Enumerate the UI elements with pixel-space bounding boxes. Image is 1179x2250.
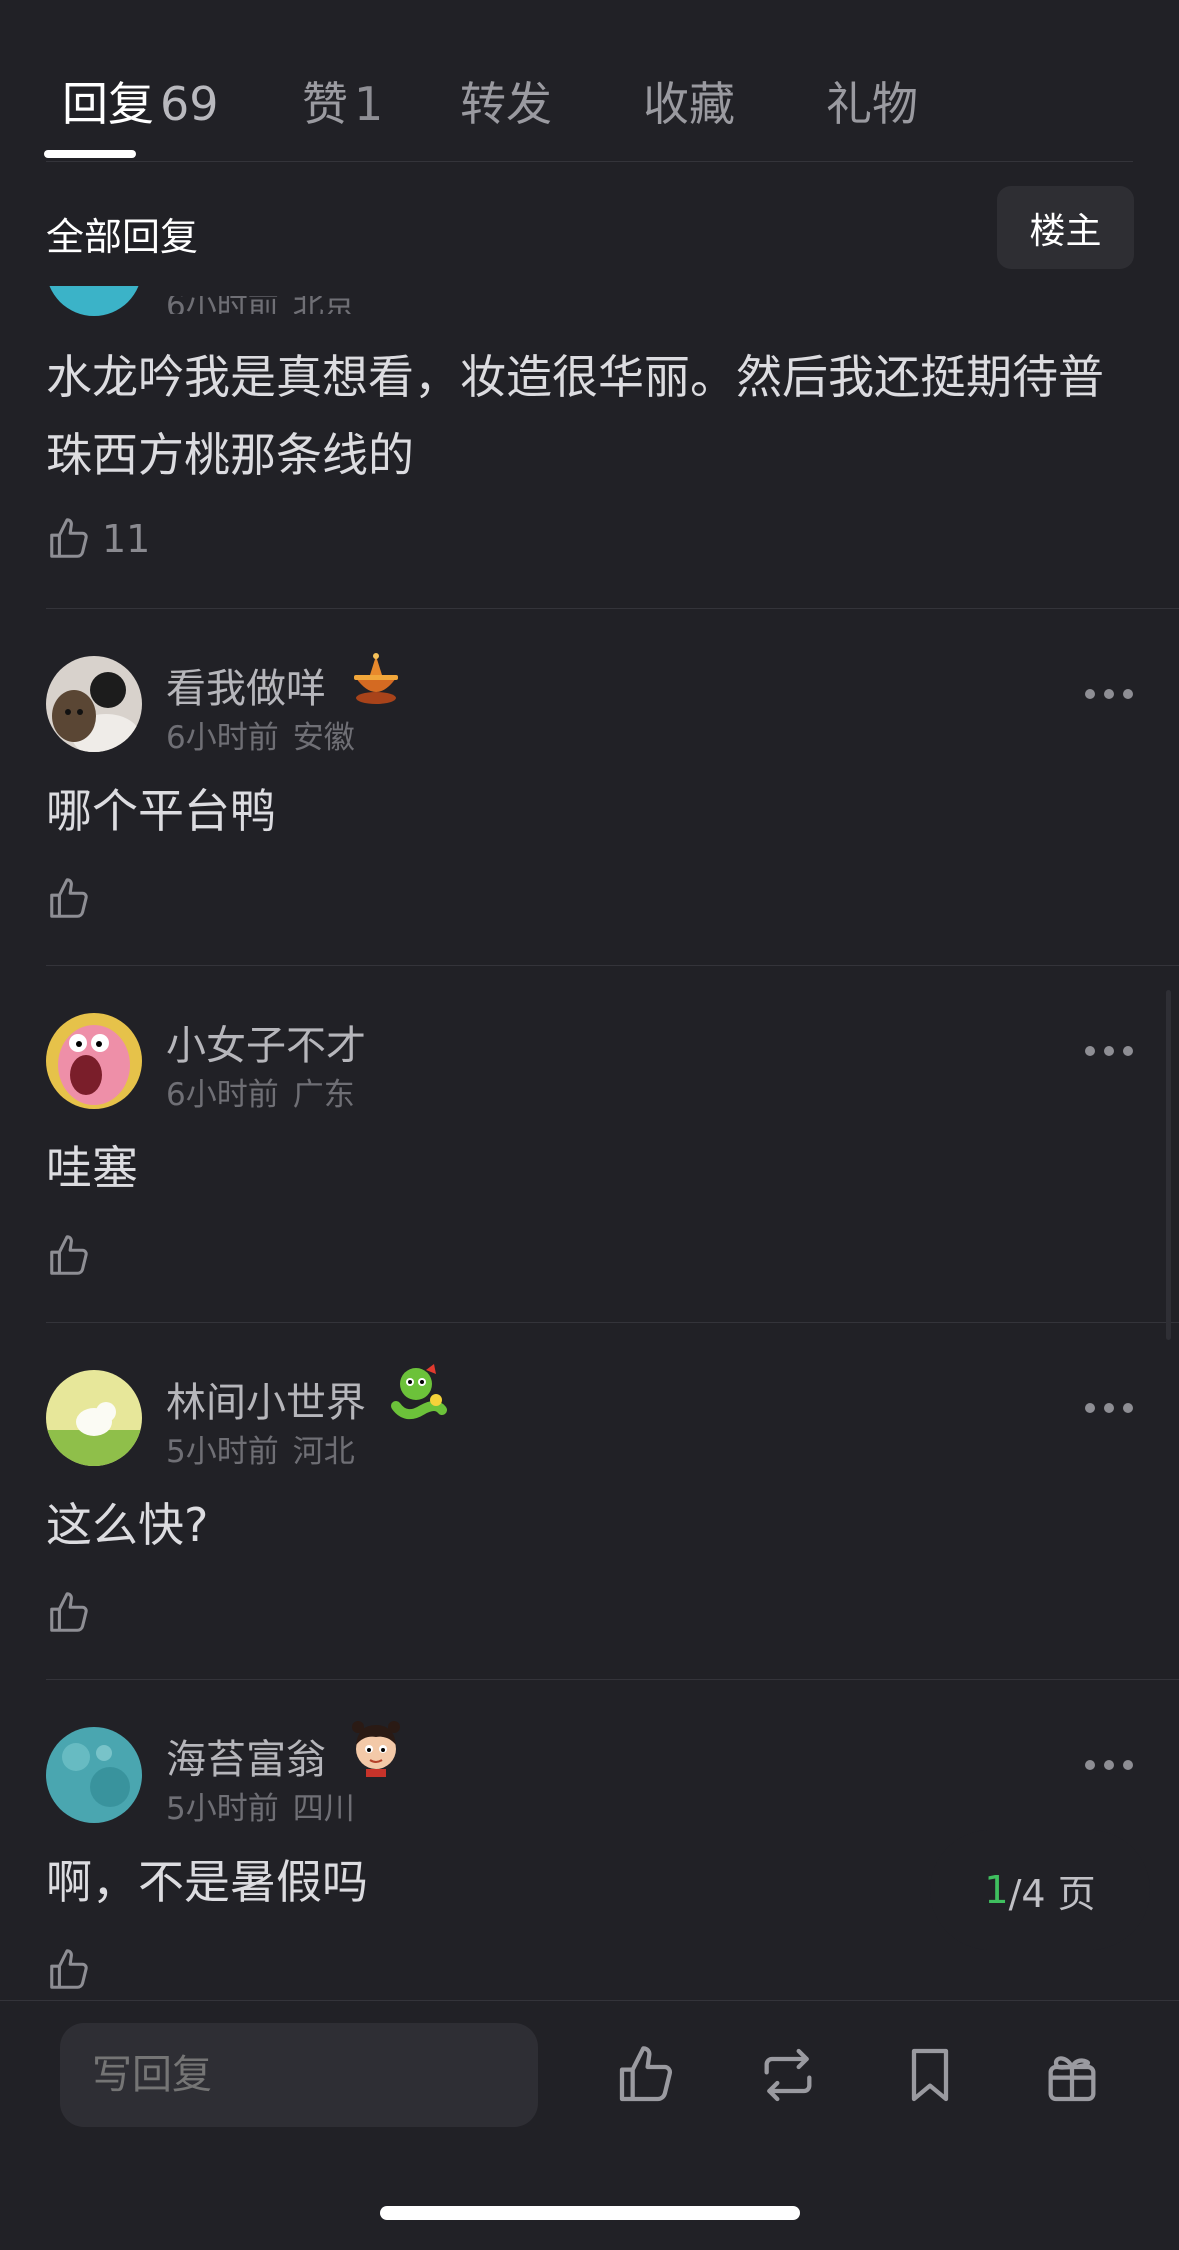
tab-count: 1 bbox=[354, 77, 384, 131]
comment-meta: 5小时前 河北 bbox=[166, 1426, 355, 1471]
comment-location: 安徽 bbox=[292, 720, 355, 756]
comment-meta: 6小时前 安徽 bbox=[166, 712, 355, 757]
avatar-image bbox=[46, 1013, 142, 1109]
divider bbox=[46, 608, 1179, 609]
comment-meta: 5小时前 四川 bbox=[166, 1783, 355, 1828]
like-post-button[interactable] bbox=[614, 2043, 678, 2107]
repost-icon bbox=[764, 2048, 812, 2102]
hotpot-icon bbox=[354, 653, 398, 704]
comment-location: 四川 bbox=[292, 1791, 355, 1827]
comment-location: 北京 bbox=[292, 288, 355, 314]
bookmark-icon bbox=[911, 2048, 949, 2102]
comment-time: 5小时前 bbox=[166, 1434, 279, 1470]
comment-time: 6小时前 bbox=[166, 288, 279, 314]
tab-favorites[interactable]: 收藏 bbox=[643, 68, 735, 134]
page-total: /4 页 bbox=[1008, 1871, 1096, 1916]
reply-input[interactable] bbox=[60, 2023, 538, 2127]
comment-location: 广东 bbox=[292, 1077, 355, 1113]
scrollbar[interactable] bbox=[1166, 990, 1171, 1340]
comment-meta: 6小时前 北京 bbox=[166, 288, 355, 314]
like-button[interactable]: 11 bbox=[46, 512, 150, 566]
avatar-image bbox=[46, 1370, 142, 1466]
like-button[interactable] bbox=[46, 1229, 102, 1283]
active-tab-indicator bbox=[44, 150, 136, 158]
tab-gifts[interactable]: 礼物 bbox=[826, 68, 918, 134]
comment-meta: 6小时前 广东 bbox=[166, 1069, 355, 1114]
avatar[interactable] bbox=[46, 1370, 142, 1466]
op-only-button[interactable]: 楼主 bbox=[997, 186, 1134, 269]
gift-icon bbox=[1048, 2056, 1096, 2102]
gift-button[interactable] bbox=[1040, 2043, 1104, 2107]
comment-time: 6小时前 bbox=[166, 720, 279, 756]
child-icon bbox=[352, 1721, 400, 1777]
avatar[interactable] bbox=[46, 1727, 142, 1823]
tab-label: 赞 bbox=[302, 77, 348, 131]
avatar-image bbox=[46, 656, 142, 752]
tab-label: 转发 bbox=[460, 77, 552, 131]
all-replies-title: 全部回复 bbox=[46, 215, 199, 259]
tab-likes[interactable]: 赞1 bbox=[302, 68, 383, 134]
page-indicator[interactable]: 1/4 页 bbox=[930, 1830, 1150, 1950]
tab-reposts[interactable]: 转发 bbox=[460, 68, 552, 134]
like-button[interactable] bbox=[46, 1943, 102, 1997]
divider bbox=[46, 1322, 1179, 1323]
username[interactable]: 小女子不才 bbox=[166, 1013, 366, 1071]
tab-label: 回复 bbox=[62, 77, 154, 131]
comment-text: 哇塞 bbox=[46, 1141, 138, 1195]
like-count: 11 bbox=[102, 517, 151, 561]
tab-label: 收藏 bbox=[643, 77, 735, 131]
more-options-icon[interactable] bbox=[1085, 1402, 1133, 1414]
comment-time: 5小时前 bbox=[166, 1791, 279, 1827]
current-page: 1 bbox=[984, 1868, 1009, 1912]
divider bbox=[46, 965, 1179, 966]
more-options-icon[interactable] bbox=[1085, 1759, 1133, 1771]
home-indicator bbox=[380, 2206, 800, 2220]
comment-text: 哪个平台鸭 bbox=[46, 784, 276, 838]
avatar-image bbox=[46, 1727, 142, 1823]
thumbs-up-icon bbox=[50, 1235, 88, 1275]
avatar[interactable] bbox=[46, 1013, 142, 1109]
comment-text: 水龙吟我是真想看，妆造很华丽。然后我还挺期待普珠西方桃那条线的 bbox=[46, 350, 1104, 482]
more-options-icon[interactable] bbox=[1085, 688, 1133, 700]
repost-button[interactable] bbox=[756, 2043, 820, 2107]
tab-label: 礼物 bbox=[826, 77, 918, 131]
username[interactable]: 林间小世界 bbox=[166, 1370, 366, 1428]
tab-bar: 回复 69 赞1 转发 收藏 礼物 bbox=[46, 0, 1133, 162]
thumbs-up-icon bbox=[50, 1949, 88, 1989]
username[interactable]: 海苔富翁 bbox=[166, 1727, 326, 1785]
more-options-icon[interactable] bbox=[1085, 1045, 1133, 1057]
like-button[interactable] bbox=[46, 872, 102, 926]
thumbs-up-icon bbox=[50, 1592, 88, 1632]
tab-count: 69 bbox=[160, 77, 219, 131]
comment-text: 这么快? bbox=[46, 1498, 209, 1552]
comment-location: 河北 bbox=[292, 1434, 355, 1470]
username[interactable]: 看我做咩 bbox=[166, 656, 326, 714]
bookmark-button[interactable] bbox=[898, 2043, 962, 2107]
thumbs-up-icon bbox=[50, 878, 88, 918]
thumbs-up-icon bbox=[619, 2046, 673, 2102]
snake-icon bbox=[391, 1364, 447, 1420]
like-button[interactable] bbox=[46, 1586, 102, 1640]
tab-replies[interactable]: 回复 69 bbox=[62, 68, 219, 134]
divider bbox=[46, 1679, 1179, 1680]
avatar[interactable] bbox=[46, 656, 142, 752]
thumbs-up-icon bbox=[50, 518, 88, 558]
comment-time: 6小时前 bbox=[166, 1077, 279, 1113]
